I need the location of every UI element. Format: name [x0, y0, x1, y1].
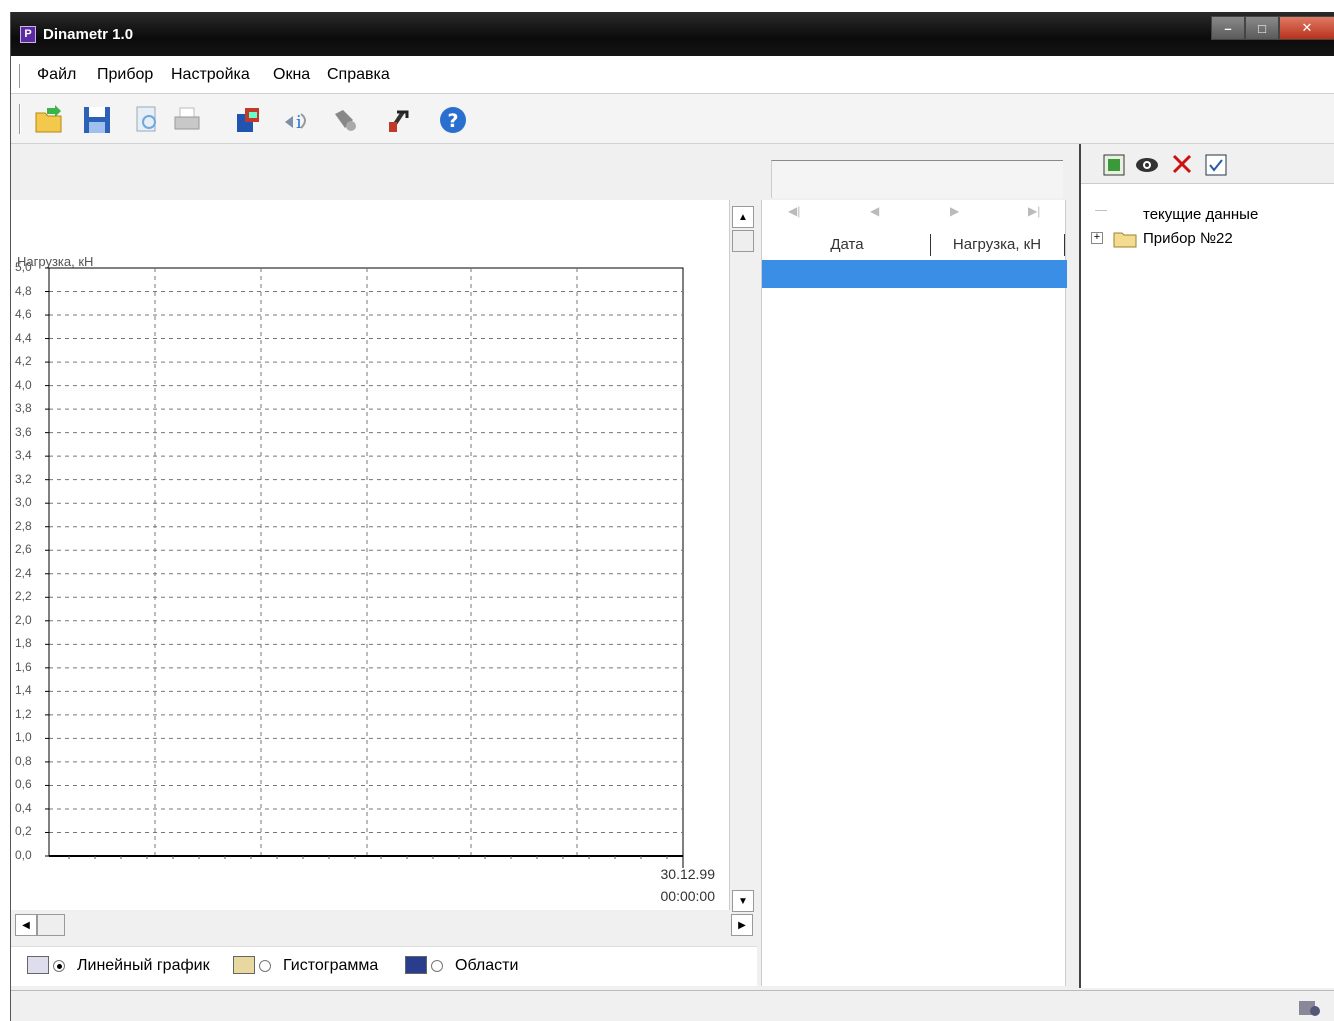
view-icon[interactable] — [1135, 156, 1159, 174]
maximize-icon: □ — [1258, 20, 1266, 36]
menu-help[interactable]: Справка — [327, 66, 390, 84]
print-preview-icon[interactable] — [131, 104, 163, 136]
tree-toolbar — [1081, 144, 1334, 184]
tree-node-current[interactable]: текущие данные — [1143, 206, 1258, 223]
menu-windows[interactable]: Окна — [273, 66, 310, 84]
scroll-up-button[interactable]: ▲ — [732, 206, 754, 228]
maximize-button[interactable]: □ — [1245, 16, 1279, 40]
nav-prev-icon[interactable]: ◀ — [870, 204, 879, 218]
chart-horizontal-scrollbar[interactable]: ◀ ▶ — [11, 912, 757, 938]
radio-line-chart[interactable] — [53, 960, 65, 972]
plot-frame — [48, 267, 684, 857]
histogram-icon — [233, 956, 255, 974]
expand-icon[interactable]: + — [1091, 232, 1103, 244]
minimize-icon: – — [1224, 20, 1232, 36]
read-icon[interactable]: i — [281, 104, 313, 136]
menu-settings[interactable]: Настройка — [171, 66, 250, 84]
delete-icon[interactable] — [1171, 153, 1193, 175]
title-bar[interactable]: P Dinametr 1.0 – □ ✕ — [11, 12, 1334, 56]
table-nav: ◀| ◀ ▶ ▶| — [762, 204, 1067, 228]
settings-icon[interactable] — [383, 104, 415, 136]
app-icon[interactable]: P — [20, 26, 36, 43]
hscroll-thumb[interactable] — [37, 914, 65, 936]
column-header-date[interactable]: Дата — [792, 236, 902, 253]
chart-type-selector: Линейный график Гистограмма Области — [11, 946, 757, 986]
chart-vertical-scrollbar[interactable]: ▲ ▼ — [729, 200, 757, 912]
help-icon[interactable]: ? — [437, 104, 469, 136]
label-line-chart: Линейный график — [77, 957, 210, 974]
table-row[interactable] — [762, 260, 1067, 288]
line-chart-icon — [27, 956, 49, 974]
tree-panel: ┄┄ текущие данные + Прибор №22 — [1079, 144, 1334, 988]
arrow-down-icon: ▼ — [738, 895, 748, 907]
column-divider — [1064, 234, 1065, 256]
label-area: Области — [455, 957, 519, 974]
radio-histogram[interactable] — [259, 960, 271, 972]
close-button[interactable]: ✕ — [1279, 16, 1334, 40]
top-field — [771, 160, 1063, 198]
toolbar-grip — [19, 104, 21, 134]
nav-first-icon[interactable]: ◀| — [788, 204, 800, 218]
toolbar: i ? — [11, 94, 1334, 144]
x-tick-date: 30.12.99 — [660, 866, 716, 882]
device-icon[interactable] — [233, 104, 265, 136]
scroll-right-button[interactable]: ▶ — [731, 914, 753, 936]
status-bar — [11, 990, 1334, 1021]
column-divider — [930, 234, 931, 256]
nav-last-icon[interactable]: ▶| — [1028, 204, 1040, 218]
menu-file[interactable]: Файл — [37, 66, 76, 84]
open-folder-icon[interactable] — [33, 104, 65, 136]
chart-panel: Нагрузка, кН 5,0 4,8 4,6 4,4 4,2 4,0 3,8 3,6 3,4… — [11, 200, 729, 910]
check-icon[interactable] — [1205, 154, 1227, 176]
svg-text:?: ? — [448, 110, 459, 132]
table-header: Дата Нагрузка, кН — [762, 232, 1067, 258]
label-histogram: Гистограмма — [283, 957, 379, 974]
menu-device[interactable]: Прибор — [97, 66, 153, 84]
column-header-load[interactable]: Нагрузка, кН — [934, 236, 1060, 253]
print-icon[interactable] — [171, 104, 203, 136]
scroll-thumb[interactable] — [732, 230, 754, 252]
window-title: Dinametr 1.0 — [43, 26, 134, 43]
save-icon[interactable] — [81, 104, 113, 136]
arrow-left-icon: ◀ — [22, 919, 30, 931]
tree-line-icon: ┄┄ — [1095, 206, 1108, 217]
menu-bar: Файл Прибор Настройка Окна Справка — [11, 56, 1334, 94]
nav-next-icon[interactable]: ▶ — [950, 204, 959, 218]
close-icon: ✕ — [1301, 20, 1313, 35]
status-icon — [1299, 1001, 1320, 1016]
folder-icon — [1113, 232, 1137, 248]
main-window: P Dinametr 1.0 – □ ✕ Файл Прибор Настрой… — [10, 12, 1334, 1021]
tree-node-device[interactable]: Прибор №22 — [1143, 230, 1233, 247]
radio-area[interactable] — [431, 960, 443, 972]
data-table-panel: ◀| ◀ ▶ ▶| Дата Нагрузка, кН — [761, 200, 1067, 986]
arrow-up-icon: ▲ — [738, 211, 748, 223]
minimize-button[interactable]: – — [1211, 16, 1245, 40]
export-icon[interactable] — [1103, 154, 1125, 176]
scroll-left-button[interactable]: ◀ — [15, 914, 37, 936]
area-chart-icon — [405, 956, 427, 974]
arrow-right-icon: ▶ — [738, 919, 746, 931]
menu-grip — [19, 64, 21, 88]
connect-icon[interactable] — [329, 104, 361, 136]
chart-plot — [45, 267, 684, 868]
scroll-down-button[interactable]: ▼ — [732, 890, 754, 912]
x-tick-time: 00:00:00 — [660, 888, 716, 904]
